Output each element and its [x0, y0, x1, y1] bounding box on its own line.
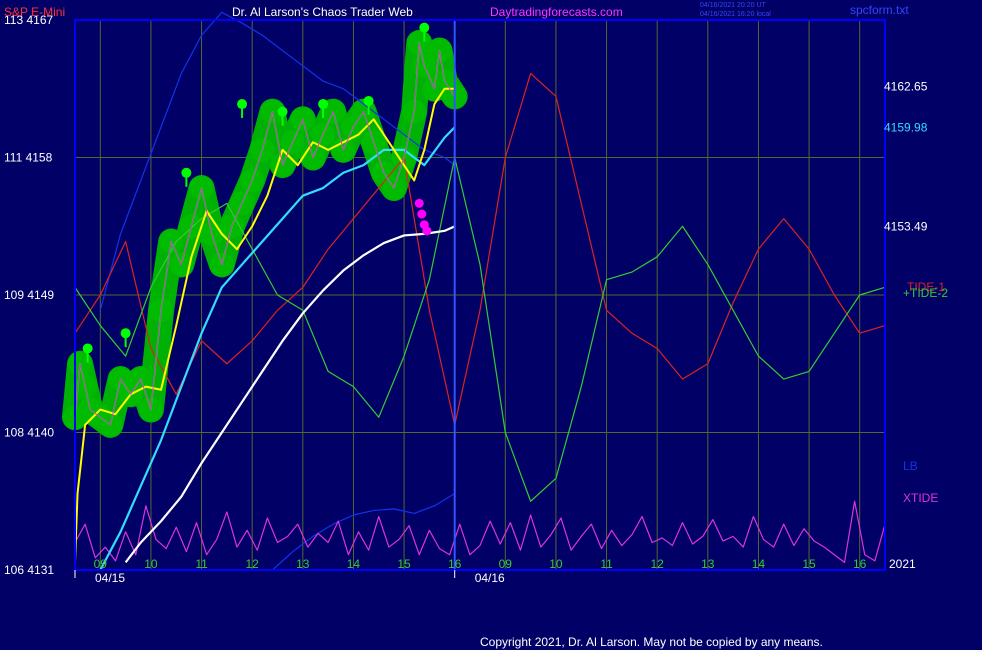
x-hour-label: 11: [195, 557, 208, 571]
x-date-label: 04/16: [475, 571, 505, 585]
peak-marker: [277, 106, 288, 117]
peak-marker: [237, 99, 248, 110]
peak-marker: [363, 95, 374, 106]
year-label: 2021: [889, 557, 916, 571]
x-hour-label: 09: [94, 557, 108, 571]
x-hour-label: 10: [144, 557, 158, 571]
x-hour-label: 14: [752, 557, 766, 571]
magenta-marker: [422, 226, 432, 236]
site-url[interactable]: Daytradingforecasts.com: [490, 5, 623, 19]
x-hour-label: 13: [296, 557, 310, 571]
right-price-label: 4159.98: [884, 120, 928, 134]
x-hour-label: 11: [600, 557, 613, 571]
x-hour-label: 15: [802, 557, 816, 571]
x-hour-label: 12: [651, 557, 665, 571]
x-hour-label: 13: [701, 557, 715, 571]
y-tick-label-left: 111 4158: [4, 151, 53, 165]
magenta-marker: [417, 209, 427, 219]
x-date-label: 04/15: [95, 571, 125, 585]
y-tick-label-left: 108 4140: [4, 426, 54, 440]
peak-marker: [419, 22, 430, 33]
copyright-notice: Copyright 2021, Dr. Al Larson. May not b…: [480, 635, 823, 649]
x-hour-label: 14: [347, 557, 361, 571]
peak-marker: [120, 328, 131, 339]
peak-marker: [181, 167, 192, 178]
magenta-marker: [414, 198, 424, 208]
right-price-label: 4153.49: [884, 219, 928, 233]
symbol-label: S&P E-Mini: [4, 5, 65, 19]
legend-entry: LB: [903, 459, 918, 473]
x-hour-label: 15: [397, 557, 411, 571]
x-hour-label: 12: [246, 557, 260, 571]
x-hour-label: 16: [448, 557, 462, 571]
legend-entry: XTIDE: [903, 491, 938, 505]
y-tick-label-left: 109 4149: [4, 288, 54, 302]
x-hour-label: 09: [499, 557, 513, 571]
site-title: Dr. Al Larson's Chaos Trader Web: [232, 5, 413, 19]
chart: 113 4167111 4158109 4149108 4140106 4131…: [0, 0, 982, 650]
legend-entry: +TIDE-2: [903, 286, 948, 300]
peak-marker: [318, 99, 329, 110]
peak-marker: [82, 343, 93, 354]
y-tick-label-left: 106 4131: [4, 563, 54, 577]
x-hour-label: 16: [853, 557, 867, 571]
x-hour-label: 10: [549, 557, 563, 571]
timestamp-local: 04/16/2021 16:20 local: [700, 11, 771, 18]
right-price-label: 4162.65: [884, 79, 928, 93]
filename-label: spcform.txt: [850, 3, 909, 17]
timestamp-ut: 04/16/2021 20:20 UT: [700, 2, 766, 9]
